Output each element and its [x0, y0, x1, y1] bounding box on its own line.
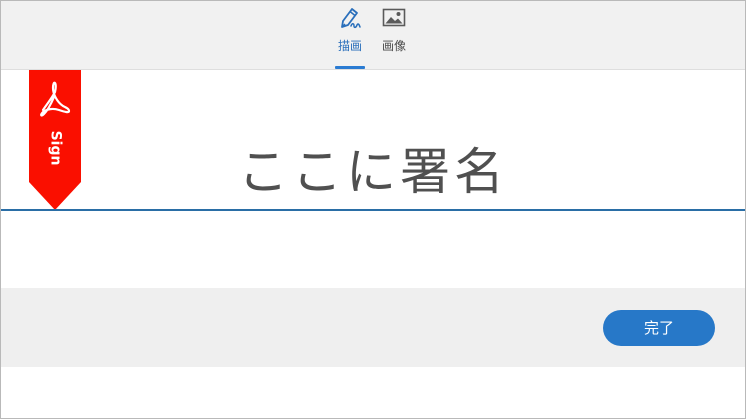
tab-draw[interactable]: 描画 [327, 1, 373, 69]
signature-dialog: 描画 画像 Sign ここに署名 完了 [0, 0, 746, 419]
done-button[interactable]: 完了 [603, 310, 715, 346]
signature-baseline [1, 209, 745, 211]
signature-mode-bar: 描画 画像 [1, 1, 745, 70]
dialog-footer: 完了 [1, 288, 745, 367]
selected-tab-indicator [335, 66, 365, 69]
pen-draw-icon [341, 8, 361, 29]
bottom-area [1, 367, 745, 418]
tab-image-label: 画像 [381, 39, 406, 53]
image-icon [382, 8, 406, 27]
tab-draw-label: 描画 [337, 39, 362, 53]
tab-image[interactable]: 画像 [371, 1, 417, 69]
signature-placeholder: ここに署名 [238, 143, 508, 201]
signature-canvas[interactable]: Sign ここに署名 [1, 70, 745, 288]
